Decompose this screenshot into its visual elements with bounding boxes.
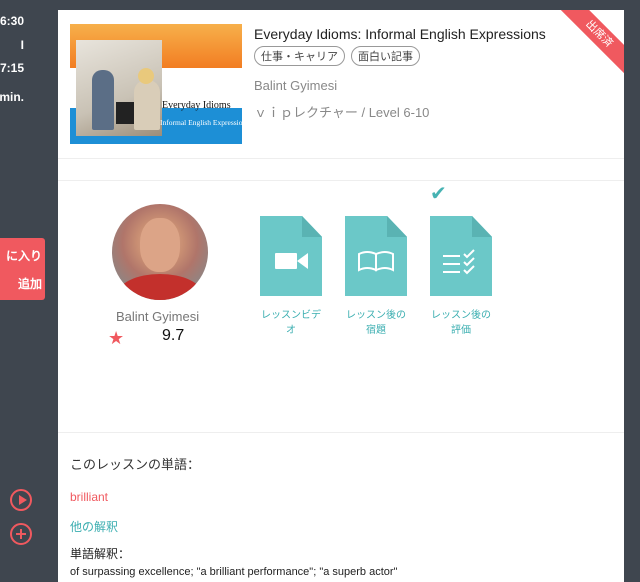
add-to-favorites-button[interactable]: に入り 追加 (0, 238, 45, 300)
left-sidebar: 6:30 I 7:15 5 min. に入り 追加 (0, 0, 58, 582)
play-icon (19, 495, 27, 505)
teacher-name: Balint Gyimesi (116, 309, 200, 324)
favorites-label-line2: 追加 (17, 277, 42, 291)
favorites-label-line1: に入り (5, 249, 42, 263)
lesson-thumbnail[interactable]: Everyday Idioms Informal English Express… (70, 24, 242, 144)
add-button[interactable] (10, 523, 32, 545)
thumbnail-photo (76, 40, 162, 136)
video-camera-icon (275, 253, 308, 269)
lesson-video-label[interactable]: レッスンビデ オ (251, 308, 331, 338)
lesson-video-button[interactable] (260, 216, 322, 296)
homework-label[interactable]: レッスン後の 宿題 (336, 308, 416, 338)
vocab-heading: このレッスンの単語： (70, 457, 201, 472)
tag-interesting-article[interactable]: 面白い記事 (351, 46, 420, 66)
lesson-card: 出席済 Everyday Idioms Informal English Exp… (58, 10, 624, 582)
lesson-teacher-name: Balint Gyimesi (254, 78, 338, 93)
homework-button[interactable] (345, 216, 407, 296)
tag-career[interactable]: 仕事・キャリア (254, 46, 345, 66)
lesson-time-separator: I (20, 38, 24, 52)
other-meanings-link[interactable]: 他の解釈 (70, 518, 118, 535)
definition-text: of surpassing excellence; "a brilliant p… (70, 566, 398, 578)
lesson-time-end: 7:15 (0, 61, 24, 75)
book-icon (358, 251, 394, 272)
evaluation-button[interactable] (430, 216, 492, 296)
lesson-time-start: 6:30 (0, 14, 24, 28)
definition-label: 単語解釈： (70, 547, 131, 561)
lesson-duration: 5 min. (0, 90, 24, 104)
star-icon: ★ (108, 328, 125, 348)
lesson-tags: 仕事・キャリア 面白い記事 (254, 46, 426, 66)
thumbnail-title: Everyday Idioms (162, 100, 231, 111)
vocab-word[interactable]: brilliant (70, 490, 108, 504)
check-icon: ✔ (430, 183, 447, 205)
teacher-rating: 9.7 (162, 327, 185, 344)
play-button[interactable] (10, 489, 32, 511)
lesson-level: ｖｉｐレクチャー / Level 6-10 (254, 105, 430, 120)
lesson-title[interactable]: Everyday Idioms: Informal English Expres… (254, 26, 546, 42)
checklist-icon (443, 249, 475, 275)
attended-ribbon: 出席済 (553, 10, 624, 80)
divider (58, 158, 624, 159)
evaluation-label[interactable]: レッスン後の 評価 (421, 308, 501, 338)
divider (58, 432, 624, 433)
thumbnail-subtitle: Informal English Expressions (160, 118, 242, 127)
teacher-avatar[interactable] (112, 204, 208, 300)
divider (58, 180, 624, 181)
